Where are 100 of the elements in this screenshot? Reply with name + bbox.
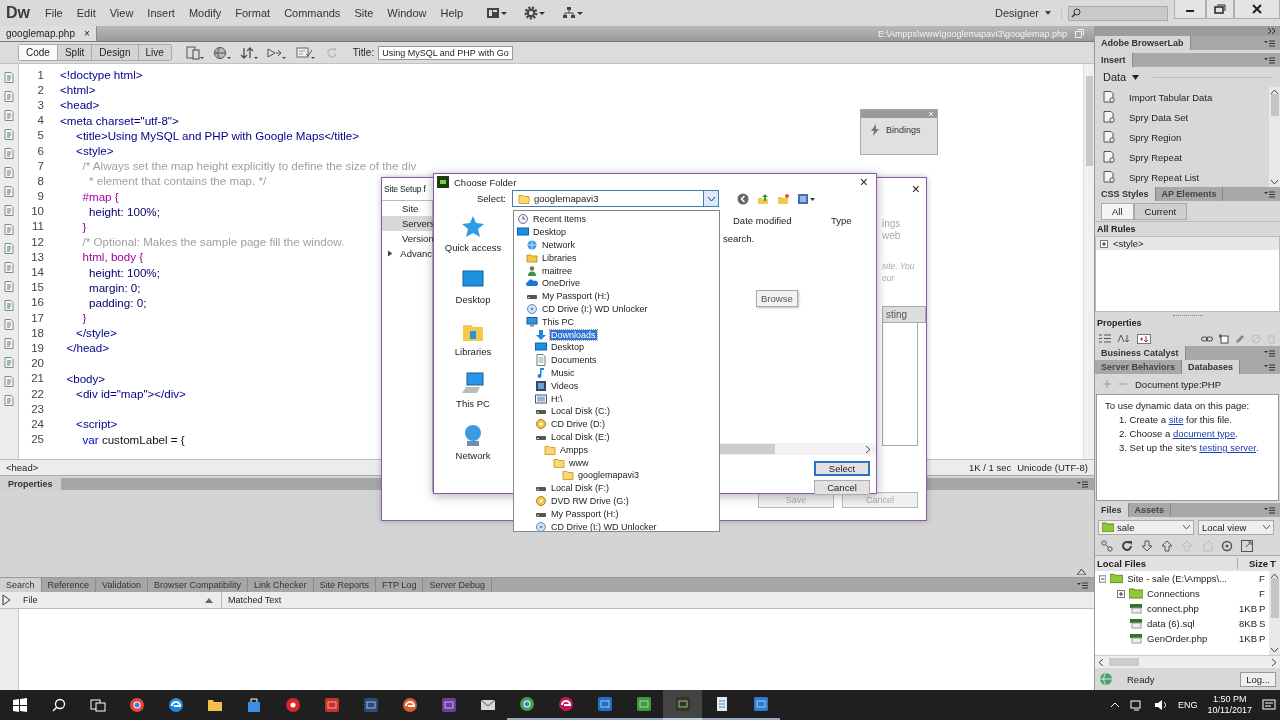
panel-tab[interactable]: Insert	[1095, 53, 1133, 67]
quick-place[interactable]: This PC	[456, 371, 490, 409]
folder-item[interactable]: This PC	[541, 316, 575, 327]
panel-tab[interactable]: Files	[1095, 503, 1129, 517]
document-icon[interactable]	[4, 129, 14, 140]
panel-menu-icon[interactable]	[1264, 363, 1275, 371]
menu-item[interactable]: Window	[380, 5, 434, 21]
panel-tab[interactable]: Databases	[1182, 360, 1241, 374]
column-header[interactable]: Date modified	[719, 214, 817, 226]
taskbar-button[interactable]	[663, 690, 702, 720]
document-icon[interactable]	[4, 319, 14, 330]
panel-menu-icon[interactable]	[1077, 480, 1088, 488]
sort-icon[interactable]	[1117, 334, 1131, 343]
bindings-tab[interactable]: Bindings	[861, 118, 937, 142]
expand-icon[interactable]	[1241, 540, 1253, 552]
menu-item[interactable]: Modify	[181, 5, 229, 21]
sync-icon[interactable]	[1221, 540, 1233, 552]
link-icon[interactable]	[1201, 334, 1213, 343]
sort-icon[interactable]	[1137, 333, 1151, 344]
minimize-icon[interactable]	[1174, 0, 1206, 19]
scrollbar[interactable]	[1095, 655, 1280, 668]
close-button[interactable]: ×	[859, 174, 868, 190]
document-icon[interactable]	[4, 281, 14, 292]
down-arrow-icon[interactable]	[1141, 540, 1153, 552]
folder-item[interactable]: DVD RW Drive (G:)	[550, 495, 630, 506]
folder-item[interactable]: Desktop	[532, 227, 568, 238]
panel-tab[interactable]: AP Elements	[1155, 187, 1224, 201]
folder-item[interactable]: maitree	[541, 265, 573, 276]
menu-item[interactable]: View	[102, 5, 141, 21]
file-row[interactable]: data (6).sql 8KB S	[1095, 616, 1269, 631]
tag-selector[interactable]: <head>	[6, 462, 39, 473]
file-row[interactable]: Site - sale (E:\Ampps\... F	[1095, 571, 1269, 586]
column-header[interactable]: Type	[817, 214, 852, 226]
folder-list[interactable]	[513, 210, 720, 532]
search-field[interactable]	[1068, 5, 1168, 21]
document-icon[interactable]	[4, 110, 14, 121]
document-icon[interactable]	[4, 262, 14, 273]
document-icon[interactable]	[4, 167, 14, 178]
up-folder-icon[interactable]	[757, 192, 769, 205]
document-icon[interactable]	[4, 376, 14, 387]
site-dropdown[interactable]: sale	[1098, 519, 1194, 535]
menu-item[interactable]: File	[38, 5, 70, 21]
expander-icon[interactable]	[1100, 239, 1108, 248]
site-map-icon[interactable]	[562, 6, 585, 20]
folder-item[interactable]: Local Disk (C:)	[550, 406, 611, 417]
quick-place[interactable]: Network	[455, 423, 491, 461]
folder-item[interactable]: Downloads	[550, 329, 597, 340]
rule-item[interactable]: <style>	[1096, 237, 1279, 250]
menu-item[interactable]: Format	[228, 5, 278, 21]
expander-icon[interactable]	[1117, 589, 1125, 598]
insert-item[interactable]: Spry Repeat	[1095, 147, 1269, 167]
view-menu-icon[interactable]	[797, 192, 815, 205]
folder-item[interactable]: Local Disk (F:)	[550, 483, 610, 494]
document-icon[interactable]	[4, 338, 14, 349]
scrollbar[interactable]	[1269, 571, 1280, 655]
scroll-thumb[interactable]	[1270, 578, 1279, 618]
folder-item[interactable]: Network	[541, 240, 576, 250]
notification-icon[interactable]	[1262, 699, 1276, 711]
scrollbar[interactable]	[1083, 64, 1094, 459]
check-out-icon[interactable]	[1181, 540, 1193, 552]
document-icon[interactable]	[4, 205, 14, 216]
menu-item[interactable]: Commands	[277, 5, 348, 21]
caret-icon[interactable]	[1132, 74, 1140, 80]
column-header[interactable]: T	[1270, 558, 1280, 569]
menu-item[interactable]: Insert	[140, 5, 182, 21]
mode-button[interactable]: Current	[1133, 202, 1188, 220]
panel-menu-icon[interactable]	[1264, 506, 1275, 514]
column-header[interactable]: Matched Text	[222, 595, 282, 605]
scrollbar[interactable]	[1269, 87, 1280, 187]
document-icon[interactable]	[4, 186, 14, 197]
dialog-button[interactable]: Cancel	[814, 480, 870, 495]
document-icon[interactable]	[4, 243, 14, 254]
folder-item[interactable]: Videos	[550, 380, 580, 391]
view-button[interactable]: Code	[19, 45, 58, 60]
panel-tab[interactable]: CSS Styles	[1095, 187, 1156, 201]
close-icon[interactable]	[1234, 0, 1280, 19]
folder-item[interactable]: Documents	[550, 355, 598, 366]
document-icon[interactable]	[4, 148, 14, 159]
panel-tab[interactable]: sting	[882, 306, 926, 323]
up-arrow-icon[interactable]	[1161, 540, 1173, 552]
nav-item[interactable]: Site	[382, 201, 432, 216]
language-indicator[interactable]: ENG	[1178, 700, 1198, 710]
scroll-thumb[interactable]	[719, 444, 775, 454]
insert-item[interactable]: Spry Region	[1095, 127, 1269, 147]
transfer-icon[interactable]	[239, 45, 258, 60]
folder-item[interactable]: googlemapavi3	[577, 470, 641, 481]
expand-icon[interactable]	[1077, 569, 1086, 575]
document-icon[interactable]	[4, 72, 14, 83]
devices-icon[interactable]	[185, 45, 204, 60]
close-button[interactable]: ×	[83, 28, 90, 39]
new-document-icon[interactable]	[1219, 333, 1229, 344]
panel-menu-icon[interactable]	[1264, 39, 1275, 47]
folder-item[interactable]: CD Drive (I:) WD Unlocker	[550, 521, 658, 531]
gear-icon[interactable]	[524, 6, 547, 20]
expand-icon[interactable]	[1268, 28, 1276, 34]
scroll-thumb[interactable]	[1109, 658, 1139, 666]
quick-place[interactable]: Desktop	[455, 267, 491, 305]
new-folder-icon[interactable]	[777, 192, 789, 205]
folder-item[interactable]: My Passport (H:)	[541, 291, 611, 302]
insert-item[interactable]: Import Tabular Data	[1095, 87, 1269, 107]
